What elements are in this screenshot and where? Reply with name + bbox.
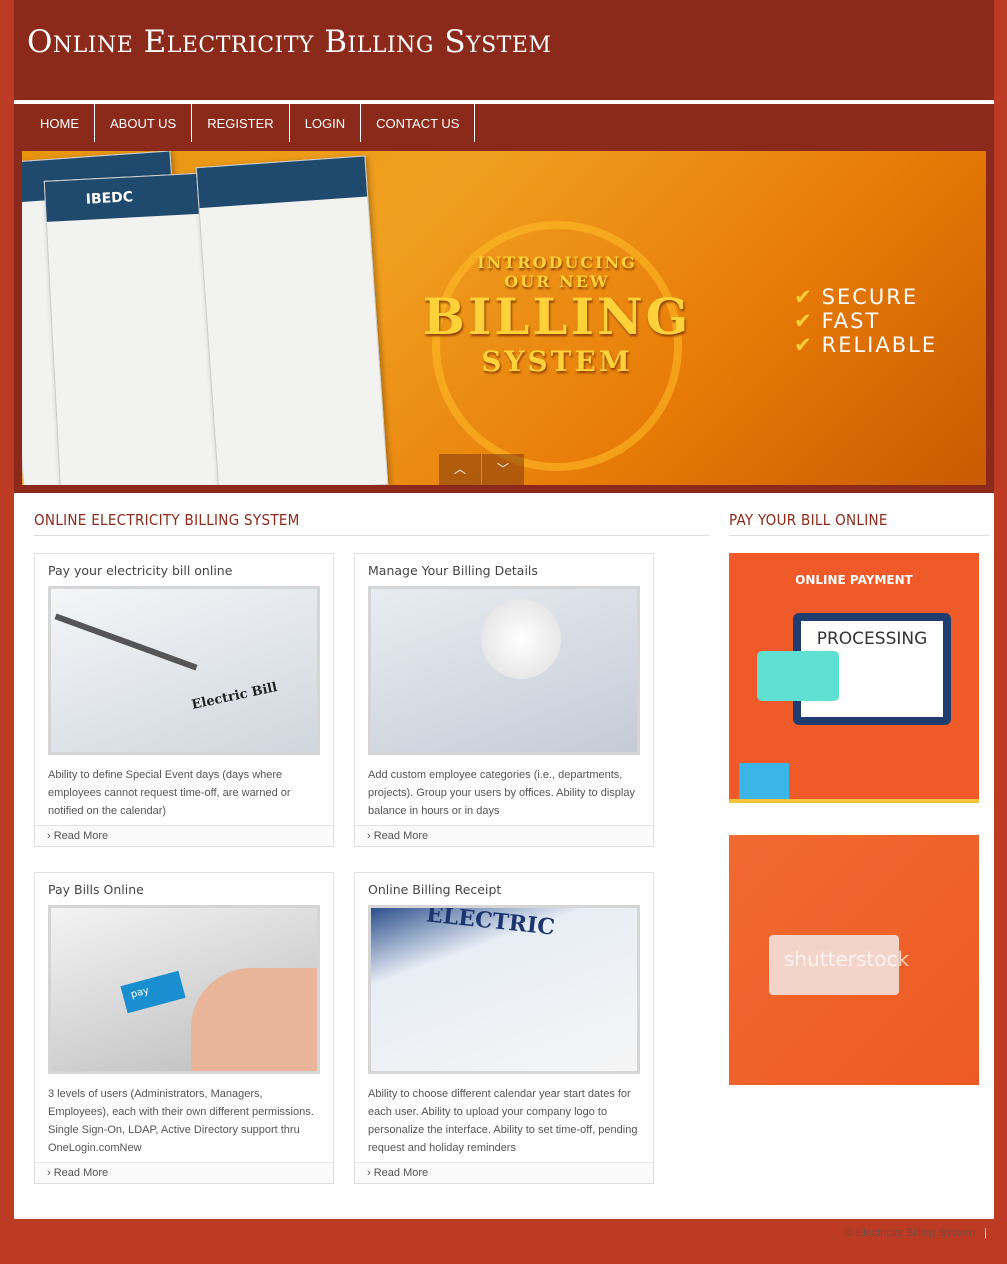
slider-next-button[interactable]: ﹀ — [482, 454, 524, 485]
card-title: Online Billing Receipt — [368, 882, 502, 897]
read-more-link[interactable]: › Read More — [355, 825, 653, 846]
card-title: Pay Bills Online — [48, 882, 144, 897]
page-container: Online Electricity Billing System HOME A… — [14, 0, 994, 1219]
main-heading: ONLINE ELECTRICITY BILLING SYSTEM — [34, 511, 300, 529]
feature-secure: ✔ SECURE — [794, 285, 919, 309]
card-title: Pay your electricity bill online — [48, 563, 233, 578]
banner-text: INTRODUCING — [477, 253, 637, 272]
feature-card: Pay Bills Online pay 3 levels of users (… — [34, 872, 334, 1184]
nav-login[interactable]: LOGIN — [290, 104, 362, 144]
card-title: Manage Your Billing Details — [368, 563, 538, 578]
feature-card: Online Billing Receipt ELECTRIC Ability … — [354, 872, 654, 1184]
card-image — [368, 586, 640, 755]
feature-card: Manage Your Billing Details Add custom e… — [354, 553, 654, 847]
feature-card: Pay your electricity bill online Electri… — [34, 553, 334, 847]
card-text: Ability to define Special Event days (da… — [48, 769, 291, 817]
header: Online Electricity Billing System — [14, 0, 994, 100]
slider-prev-button[interactable]: ︿ — [439, 454, 481, 485]
online-payment-image: ONLINE PAYMENT PROCESSING — [729, 553, 979, 803]
card-image: pay — [48, 905, 320, 1074]
divider — [34, 535, 709, 536]
banner-text: SYSTEM — [481, 345, 633, 378]
nav-contact-us[interactable]: CONTACT US — [361, 104, 476, 144]
check-icon: ✔ — [794, 285, 814, 309]
read-more-link[interactable]: › Read More — [355, 1162, 653, 1183]
nav-register[interactable]: REGISTER — [192, 104, 290, 144]
check-icon: ✔ — [794, 309, 814, 333]
read-more-link[interactable]: › Read More — [35, 1162, 333, 1183]
feature-fast: ✔ FAST — [794, 309, 881, 333]
payment-illustration-image: shutterstock — [729, 835, 979, 1085]
sidebar-heading: PAY YOUR BILL ONLINE — [729, 511, 888, 529]
nav-about-us[interactable]: ABOUT US — [95, 104, 193, 144]
card-image: ELECTRIC — [368, 905, 640, 1074]
main-nav: HOME ABOUT US REGISTER LOGIN CONTACT US — [14, 102, 994, 144]
site-title: Online Electricity Billing System — [27, 24, 552, 60]
card-image: Electric Bill — [48, 586, 320, 755]
card-text: 3 levels of users (Administrators, Manag… — [48, 1088, 314, 1154]
card-text: Ability to choose different calendar yea… — [368, 1088, 638, 1154]
read-more-link[interactable]: › Read More — [35, 825, 333, 846]
footer-copyright: © Electricity Billing System | — [844, 1227, 987, 1239]
nav-home[interactable]: HOME — [14, 104, 95, 144]
feature-reliable: ✔ RELIABLE — [794, 333, 938, 357]
chevron-up-icon: ︿ — [453, 462, 466, 476]
divider — [729, 535, 989, 536]
banner-slider: IBEDC INTRODUCING OUR NEW BILLING SYSTEM… — [22, 151, 986, 485]
banner-frame: IBEDC INTRODUCING OUR NEW BILLING SYSTEM… — [14, 142, 994, 493]
chevron-down-icon: ﹀ — [496, 462, 509, 476]
banner-headline: BILLING — [422, 287, 692, 346]
bill-image — [195, 155, 389, 485]
check-icon: ✔ — [794, 333, 814, 357]
card-text: Add custom employee categories (i.e., de… — [368, 769, 635, 817]
